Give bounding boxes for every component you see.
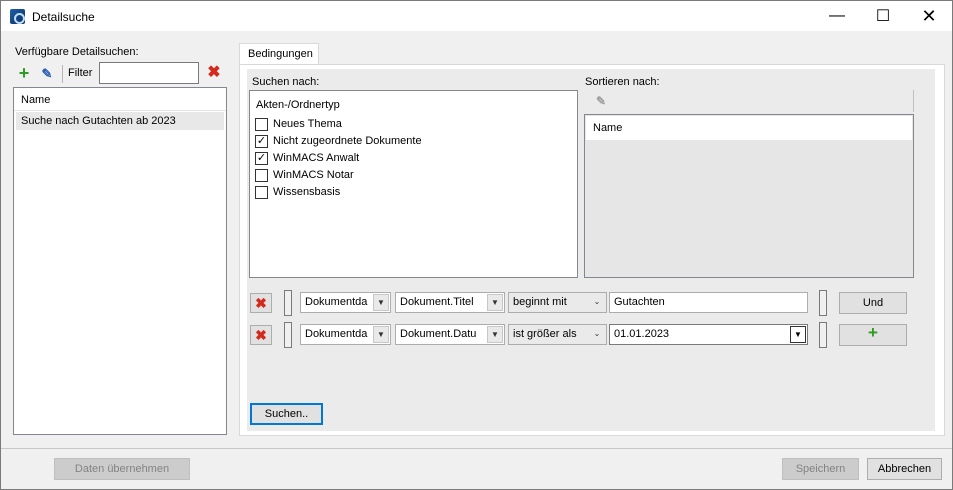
chevron-down-icon: ⌄ — [593, 297, 601, 306]
close-bracket-field[interactable] — [819, 322, 827, 348]
add-icon[interactable]: + — [16, 64, 32, 82]
sort-toolbar: ✎ — [585, 90, 914, 112]
chevron-down-icon: ▼ — [487, 294, 503, 311]
checkbox-winmacs-notar[interactable] — [255, 169, 268, 182]
checkbox-label: Wissensbasis — [273, 186, 341, 198]
available-searches-label: Verfügbare Detailsuchen: — [15, 46, 139, 58]
add-icon: + — [868, 323, 878, 342]
chevron-down-icon: ▼ — [373, 326, 389, 343]
open-bracket-field[interactable] — [284, 322, 292, 348]
chevron-down-icon: ▼ — [487, 326, 503, 343]
save-button[interactable]: Speichern — [782, 458, 859, 480]
add-condition-button[interactable]: + — [839, 324, 907, 346]
checkbox-winmacs-anwalt[interactable]: ✓ — [255, 152, 268, 165]
cancel-button[interactable]: Abbrechen — [867, 458, 942, 480]
apply-data-button[interactable]: Daten übernehmen — [54, 458, 190, 480]
edit-pencil-icon[interactable]: ✎ — [593, 93, 609, 109]
checkbox-nicht-zugeordnete-dokumente[interactable]: ✓ — [255, 135, 268, 148]
sort-column-header[interactable]: Name — [586, 116, 912, 140]
checkbox-label: Neues Thema — [273, 118, 342, 130]
window-title: Detailsuche — [32, 10, 95, 24]
value-input[interactable]: Gutachten — [609, 292, 808, 313]
field-name-select[interactable]: Dokument.Datu ▼ — [395, 324, 505, 345]
close-bracket-field[interactable] — [819, 290, 827, 316]
checkbox-label: Nicht zugeordnete Dokumente — [273, 135, 422, 147]
operator-select[interactable]: beginnt mit ⌄ — [508, 292, 607, 313]
tab-bedingungen[interactable]: Bedingungen — [239, 43, 319, 65]
checkbox-label: WinMACS Notar — [273, 169, 354, 181]
sort-list: Name — [584, 114, 914, 278]
dialog-window: Detailsuche — ☐ ✕ Verfügbare Detailsuche… — [0, 0, 953, 490]
chevron-down-icon: ⌄ — [593, 329, 601, 338]
filter-label: Filter — [68, 67, 93, 79]
edit-pencil-icon[interactable]: ✎ — [39, 66, 55, 82]
field-name-select[interactable]: Dokument.Titel ▼ — [395, 292, 505, 313]
calendar-dropdown-icon[interactable]: ▼ — [790, 326, 806, 343]
delete-condition-button[interactable]: ✖ — [250, 325, 272, 345]
saved-searches-list: Name Suche nach Gutachten ab 2023 — [13, 87, 227, 435]
delete-condition-button[interactable]: ✖ — [250, 293, 272, 313]
open-bracket-field[interactable] — [284, 290, 292, 316]
toolbar-separator — [62, 65, 63, 83]
filter-input[interactable] — [99, 62, 199, 84]
minimize-icon[interactable]: — — [814, 1, 860, 31]
checkbox-neues-thema[interactable] — [255, 118, 268, 131]
field-category-select[interactable]: Dokumentda ▼ — [300, 324, 391, 345]
date-picker[interactable]: 01.01.2023 ▼ — [609, 324, 808, 345]
sort-by-label: Sortieren nach: — [585, 76, 660, 88]
search-button[interactable]: Suchen.. — [250, 403, 323, 425]
checklist-group-title: Akten-/Ordnertyp — [256, 99, 340, 111]
and-operator-button[interactable]: Und — [839, 292, 907, 314]
list-item[interactable]: Suche nach Gutachten ab 2023 — [16, 112, 224, 130]
checkbox-label: WinMACS Anwalt — [273, 152, 360, 164]
list-column-header[interactable]: Name — [14, 88, 226, 111]
field-category-select[interactable]: Dokumentda ▼ — [300, 292, 391, 313]
footer-divider — [1, 448, 952, 449]
close-icon[interactable]: ✕ — [906, 1, 952, 31]
maximize-icon[interactable]: ☐ — [860, 1, 906, 31]
title-bar: Detailsuche — ☐ ✕ — [1, 1, 952, 31]
clear-filter-icon[interactable]: ✖ — [206, 65, 222, 81]
type-checklist: Akten-/Ordnertyp Neues Thema ✓ Nicht zug… — [249, 90, 578, 278]
operator-select[interactable]: ist größer als ⌄ — [508, 324, 607, 345]
checkbox-wissensbasis[interactable] — [255, 186, 268, 199]
chevron-down-icon: ▼ — [373, 294, 389, 311]
search-for-label: Suchen nach: — [252, 76, 320, 88]
app-icon — [10, 9, 25, 24]
